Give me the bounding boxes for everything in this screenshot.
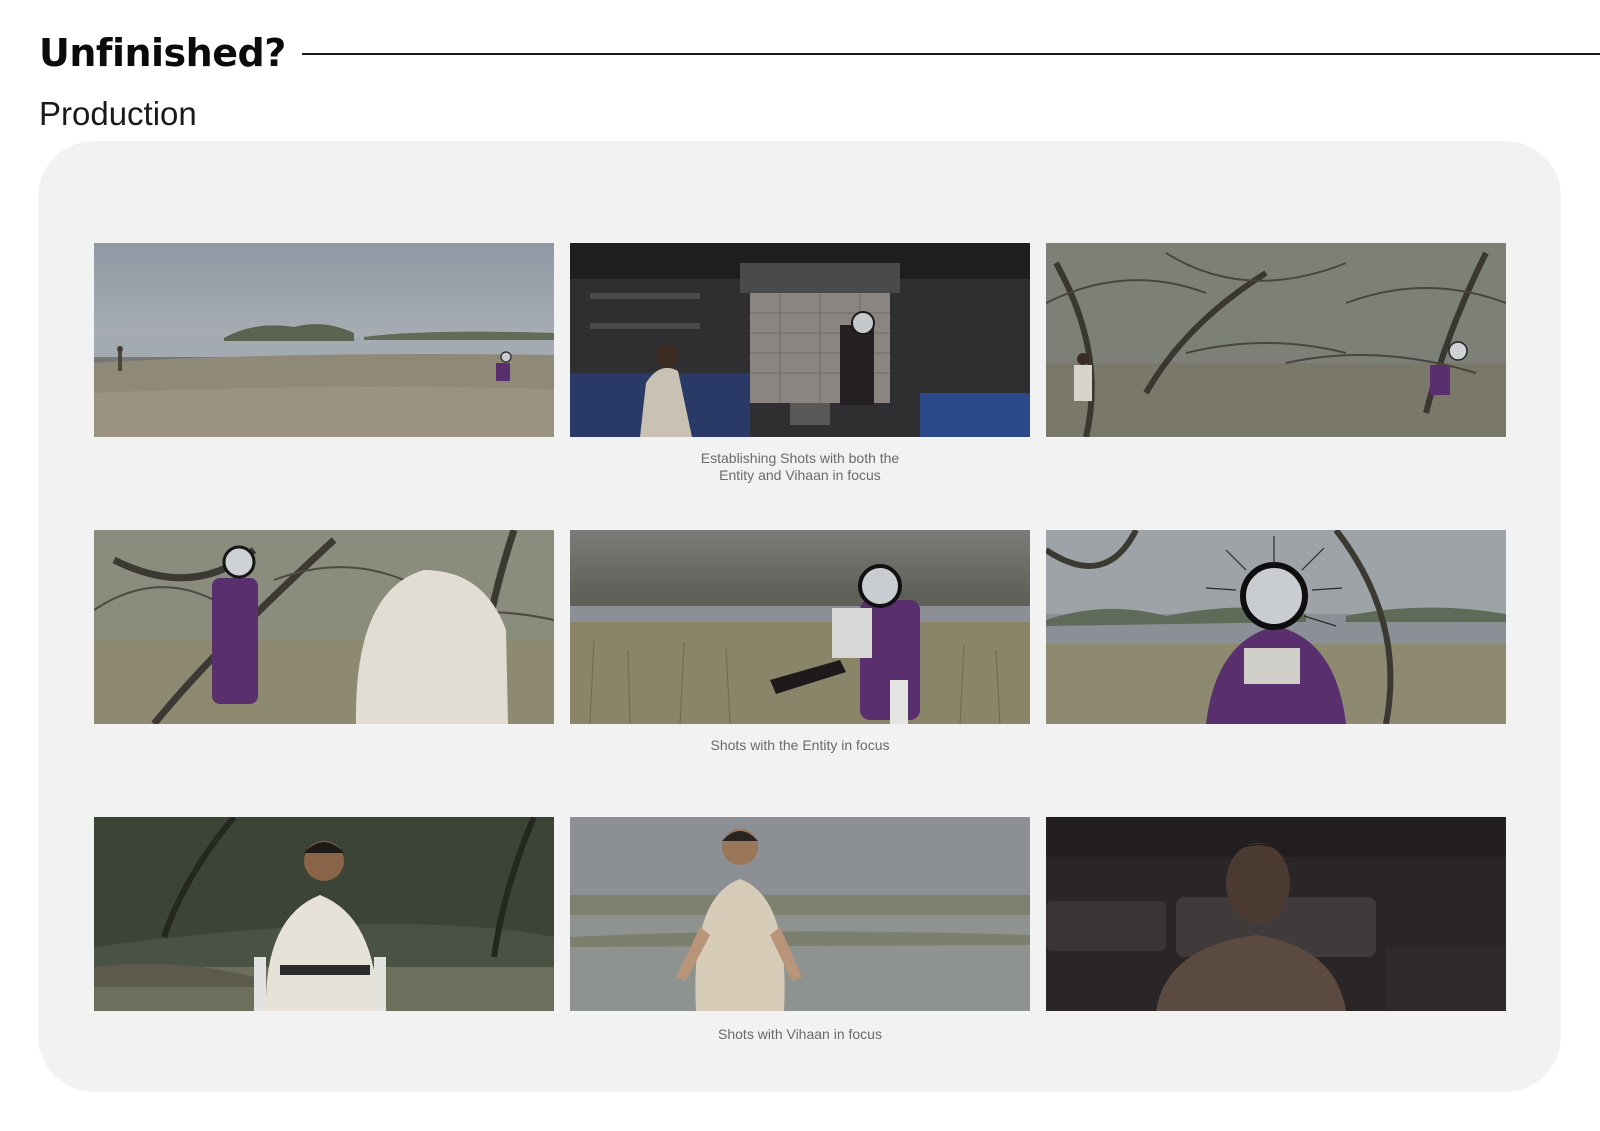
caption-entity-shots: Shots with the Entity in focus [710,737,890,753]
vihaan-shot-standing [570,817,1030,1011]
vihaan-shot-chair [94,817,554,1011]
section-subtitle: Production [39,95,197,132]
caption-establishing-shots: Establishing Shots with both the Entity … [700,450,900,483]
establishing-shot-river [94,243,554,437]
title-rule [302,53,1600,55]
vihaan-shot-dark [1046,817,1506,1011]
entity-shot-tree [94,530,554,724]
entity-shot-closeup [1046,530,1506,724]
entity-shot-grass [570,530,1030,724]
establishing-shot-kitchen [570,243,1030,437]
page-title: Unfinished? [39,31,286,75]
establishing-shot-grove [1046,243,1506,437]
caption-vihaan-shots: Shots with Vihaan in focus [718,1026,882,1042]
